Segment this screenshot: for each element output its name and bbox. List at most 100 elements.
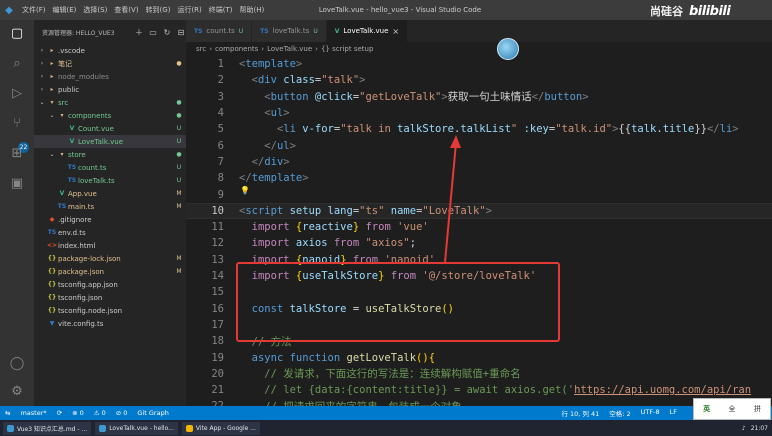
menu-item[interactable]: 帮助(H) <box>240 5 265 15</box>
tree-item[interactable]: › ▸ node_modules <box>34 70 186 83</box>
sync-icon[interactable]: ⟳ <box>52 409 67 417</box>
code-line[interactable]: 12 import axios from "axios"; <box>186 235 772 251</box>
warning-count[interactable]: ⚠ 0 <box>89 409 111 417</box>
run-debug-icon[interactable]: ▷ <box>9 86 25 102</box>
cursor-position[interactable]: 行 10, 列 41 <box>556 408 604 418</box>
ports-count[interactable]: ⊘ 0 <box>111 409 133 417</box>
source-control-icon[interactable]: ⑂ <box>9 116 25 132</box>
breadcrumb-item[interactable]: LoveTalk.vue <box>267 45 312 53</box>
remote-explorer-icon[interactable]: ▣ <box>9 176 25 192</box>
collapse-all-icon[interactable]: ⊟ <box>176 28 186 37</box>
editor-tab[interactable]: TS loveTalk.ts U <box>252 20 327 42</box>
code-line[interactable]: 2 <div class="talk"> <box>186 72 772 88</box>
taskbar-app[interactable]: Vue3 知识点汇总.md - ... <box>3 421 92 435</box>
tree-item[interactable]: ◆ .gitignore <box>34 213 186 226</box>
code-line[interactable]: 5 <li v-for="talk in talkStore.talkList"… <box>186 121 772 137</box>
account-icon[interactable]: ◯ <box>9 356 25 372</box>
new-file-icon[interactable]: ＋ <box>134 27 144 38</box>
settings-icon[interactable]: ⚙ <box>9 384 25 400</box>
git-status: ● <box>176 112 182 119</box>
tree-item[interactable]: V App.vue M <box>34 187 186 200</box>
code-token: "getLoveTalk" <box>359 91 442 104</box>
tree-item[interactable]: ▼ vite.config.ts <box>34 317 186 330</box>
tree-item[interactable]: › ▸ .vscode <box>34 44 186 57</box>
line-number: 14 <box>211 270 224 283</box>
indentation[interactable]: 空格: 2 <box>604 408 635 418</box>
tree-item[interactable]: TS main.ts M <box>34 200 186 213</box>
tree-item[interactable]: ⌄ ▾ src ● <box>34 96 186 109</box>
folder-file-icon: ▸ <box>50 73 54 80</box>
breadcrumb-item[interactable]: {} script setup <box>321 45 373 53</box>
code-line[interactable]: 6 </ul> <box>186 138 772 154</box>
menu-item[interactable]: 查看(V) <box>114 5 138 15</box>
menu-item[interactable]: 选择(S) <box>83 5 107 15</box>
code-token: </ <box>239 172 252 185</box>
editor-tab[interactable]: V LoveTalk.vue × <box>326 20 409 42</box>
menu-item[interactable]: 转到(G) <box>146 5 171 15</box>
code-line[interactable]: 11 import {reactive} from 'vue' <box>186 219 772 235</box>
menu-item[interactable]: 编辑(E) <box>53 5 77 15</box>
tree-item-label: App.vue <box>68 189 97 198</box>
menu-bar: 文件(F) 编辑(E) 选择(S) 查看(V) 转到(G) 运行(R) 终端(T) 帮助(H) <box>18 5 264 15</box>
breadcrumb-item[interactable]: src <box>196 45 206 53</box>
code-line[interactable]: 10 <script setup lang="ts" name="LoveTalk… <box>186 202 772 219</box>
extensions-icon[interactable]: ⊞ <box>9 146 25 162</box>
close-icon[interactable]: × <box>392 27 399 36</box>
code-line[interactable]: 4 <ul> <box>186 105 772 121</box>
files-icon[interactable]: ▢ <box>9 26 25 42</box>
tree-item[interactable]: TS count.ts U <box>34 161 186 174</box>
ime-toolbar[interactable]: 英 全 拼 <box>693 398 771 420</box>
line-number: 20 <box>211 367 224 380</box>
code-line[interactable]: 19 async function getLoveTalk(){ <box>186 349 772 365</box>
refresh-icon[interactable]: ↻ <box>162 28 172 37</box>
tree-item-label: tsconfig.json <box>58 293 103 302</box>
line-number: 8 <box>217 172 224 185</box>
tree-item[interactable]: › ▸ 笔记 ● <box>34 57 186 70</box>
tree-item[interactable]: V LoveTalk.vue U <box>34 135 186 148</box>
ime-width[interactable]: 全 <box>728 404 735 414</box>
taskbar-clock[interactable]: 21:07 <box>751 425 768 432</box>
tree-item[interactable]: TS env.d.ts <box>34 226 186 239</box>
ime-mode[interactable]: 英 <box>703 404 710 414</box>
search-icon[interactable]: ⌕ <box>9 56 25 72</box>
breadcrumb-item[interactable]: components <box>215 45 258 53</box>
code-line[interactable]: 22 // 把请求回来的字符串，包装成一个对象 <box>186 398 772 406</box>
tree-item[interactable]: {} package.json M <box>34 265 186 278</box>
new-folder-icon[interactable]: ▭ <box>148 28 158 37</box>
remote-icon[interactable]: ⇆ <box>0 409 15 417</box>
menu-item[interactable]: 运行(R) <box>177 5 201 15</box>
error-count[interactable]: ⊗ 0 <box>67 409 89 417</box>
code-line[interactable]: 21 // let {data:{content:title}} = await… <box>186 382 772 398</box>
tree-item[interactable]: ⌄ ▾ components ● <box>34 109 186 122</box>
volume-icon[interactable]: ♪ <box>742 425 746 432</box>
code-editor[interactable]: 💡 1 <template> 2 <div class="talk"> 3 <butt… <box>186 56 772 406</box>
tree-item[interactable]: TS loveTalk.ts U <box>34 174 186 187</box>
encoding[interactable]: UTF-8 <box>636 408 665 418</box>
tree-item[interactable]: › ▸ public <box>34 83 186 96</box>
code-line[interactable]: 3 <button @click="getLoveTalk">获取一句土味情话<… <box>186 89 772 105</box>
tree-item[interactable]: <> index.html <box>34 239 186 252</box>
menu-item[interactable]: 终端(T) <box>209 5 233 15</box>
code-line[interactable]: 8 </template> <box>186 170 772 186</box>
tree-item[interactable]: ⌄ ▾ store ● <box>34 148 186 161</box>
taskbar-app[interactable]: Vite App - Google ... <box>181 421 260 435</box>
git-branch[interactable]: master* <box>15 409 51 417</box>
code-line[interactable]: 20 // 发请求，下面这行的写法是：连续解构赋值+重命名 <box>186 366 772 382</box>
tree-item[interactable]: {} package-lock.json M <box>34 252 186 265</box>
ime-input[interactable]: 拼 <box>754 404 761 414</box>
taskbar-app[interactable]: LoveTalk.vue - hello... <box>95 421 178 435</box>
json-file-icon: {} <box>47 307 57 314</box>
tree-item[interactable]: {} tsconfig.json <box>34 291 186 304</box>
menu-item[interactable]: 文件(F) <box>22 5 46 15</box>
code-line[interactable]: 7 </div> <box>186 154 772 170</box>
editor-tab[interactable]: TS count.ts U <box>186 20 253 42</box>
tree-item[interactable]: {} tsconfig.node.json <box>34 304 186 317</box>
code-line[interactable]: 9 <box>186 186 772 202</box>
code-line[interactable]: 1 <template> <box>186 56 772 72</box>
ts-file-icon: TS <box>67 177 77 184</box>
git-graph-button[interactable]: Git Graph <box>132 409 173 417</box>
tree-item[interactable]: V Count.vue U <box>34 122 186 135</box>
tree-item[interactable]: {} tsconfig.app.json <box>34 278 186 291</box>
line-ending[interactable]: LF <box>665 408 682 418</box>
